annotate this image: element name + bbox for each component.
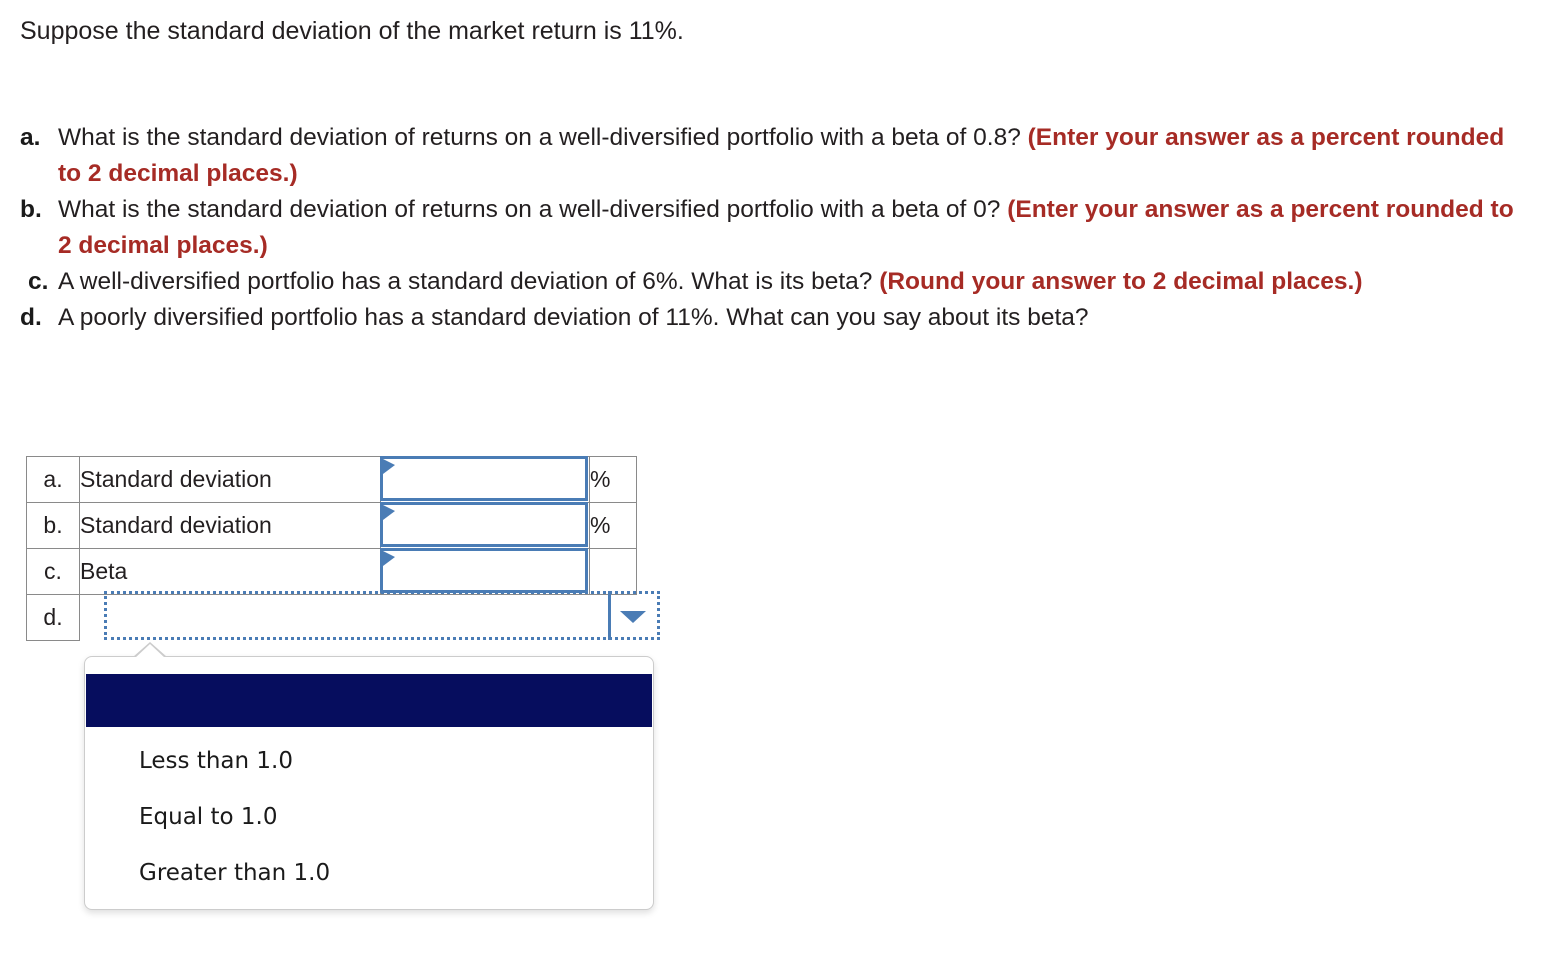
answer-select-d[interactable]	[104, 591, 660, 640]
row-unit-b: %	[589, 502, 637, 549]
text-caret-icon	[383, 505, 395, 520]
question-marker-b: b.	[20, 196, 42, 223]
row-unit-a: %	[589, 456, 637, 503]
question-text-d: A poorly diversified portfolio has a sta…	[58, 304, 1089, 331]
chevron-down-icon[interactable]	[620, 610, 646, 623]
question-marker-d: d.	[20, 304, 42, 331]
row-label-b: Standard deviation	[79, 502, 381, 549]
table-row: a. Standard deviation %	[26, 456, 637, 503]
answer-input-cell-a	[380, 456, 590, 503]
question-emphasis-c: (Round your answer to 2 decimal places.)	[879, 268, 1363, 295]
question-text-b: What is the standard deviation of return…	[58, 196, 1008, 223]
question-item-c: c. A well-diversified portfolio has a sta…	[18, 264, 1518, 300]
dropdown-popup: Less than 1.0 Equal to 1.0 Greater than …	[84, 642, 654, 910]
answer-input-cell-c	[380, 548, 590, 595]
answer-input-cell-b	[380, 502, 590, 549]
dropdown-option-blank[interactable]	[86, 674, 652, 727]
popup-tail-icon	[135, 644, 165, 658]
table-row: b. Standard deviation %	[26, 502, 637, 549]
question-text-a: What is the standard deviation of return…	[58, 124, 1028, 151]
row-letter-b: b.	[26, 502, 80, 549]
intro-statement: Suppose the standard deviation of the ma…	[20, 17, 684, 45]
question-text-c: A well-diversified portfolio has a stand…	[58, 268, 880, 295]
dropdown-option-less-than[interactable]: Less than 1.0	[85, 733, 653, 789]
row-letter-c: c.	[26, 548, 80, 595]
answer-table-container: a. Standard deviation % b. Standard devi…	[26, 456, 660, 641]
question-item-d: d. A poorly diversified portfolio has a s…	[18, 300, 1518, 336]
row-letter-a: a.	[26, 456, 80, 503]
table-row: c. Beta	[26, 548, 637, 595]
answer-input-a[interactable]	[380, 456, 588, 501]
text-caret-icon	[383, 459, 395, 474]
question-marker-c: c.	[28, 268, 49, 295]
select-divider	[608, 591, 611, 640]
dropdown-option-equal-to[interactable]: Equal to 1.0	[85, 789, 653, 845]
text-caret-icon	[383, 551, 395, 566]
dropdown-option-list: Less than 1.0 Equal to 1.0 Greater than …	[85, 733, 653, 901]
row-label-c: Beta	[79, 548, 381, 595]
question-marker-a: a.	[20, 124, 41, 151]
row-letter-d: d.	[26, 594, 80, 641]
answer-input-b[interactable]	[380, 502, 588, 547]
question-item-a: a. What is the standard deviation of retu…	[18, 120, 1518, 192]
answer-input-c[interactable]	[380, 548, 588, 593]
dropdown-option-greater-than[interactable]: Greater than 1.0	[85, 845, 653, 901]
question-list: a. What is the standard deviation of retu…	[18, 120, 1518, 336]
question-item-b: b. What is the standard deviation of retu…	[18, 192, 1518, 264]
row-unit-c	[589, 548, 637, 595]
row-label-a: Standard deviation	[79, 456, 381, 503]
